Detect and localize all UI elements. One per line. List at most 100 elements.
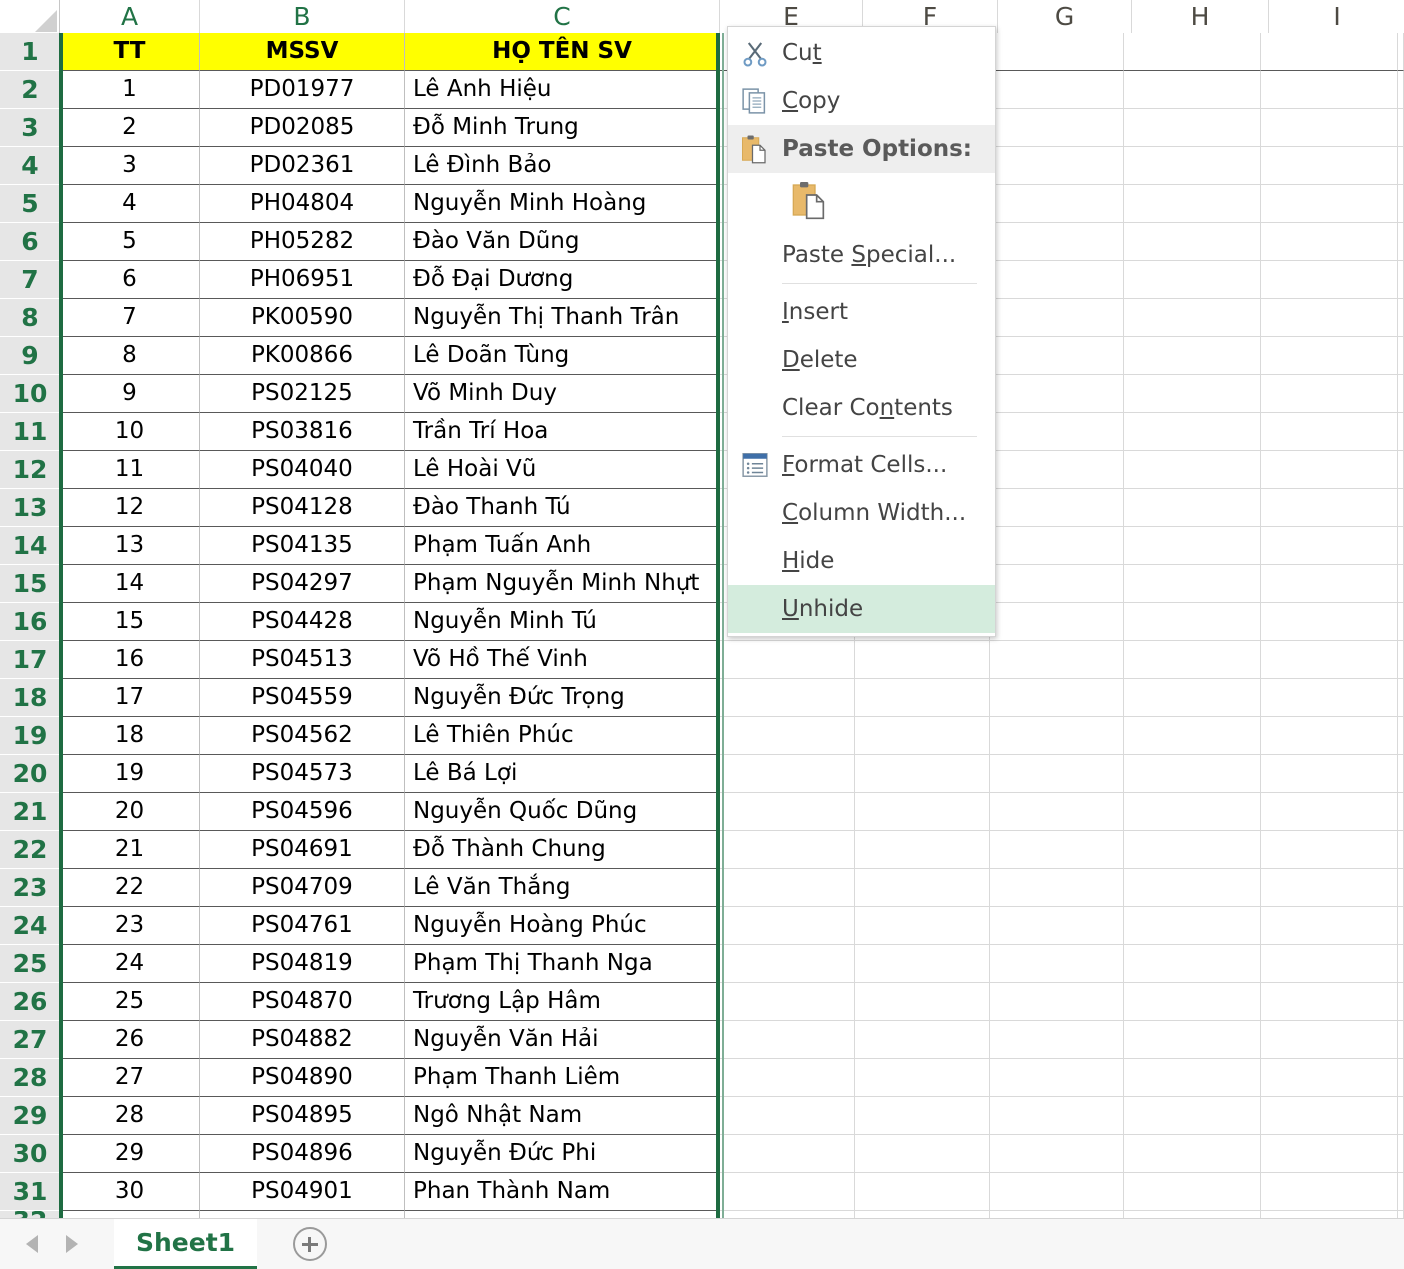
cell-blank[interactable] bbox=[1398, 755, 1404, 793]
cell-a31[interactable]: 30 bbox=[60, 1173, 200, 1211]
cell-c12[interactable]: Lê Hoài Vũ bbox=[405, 451, 720, 489]
cell-blank[interactable] bbox=[720, 831, 855, 869]
column-header-b[interactable]: B bbox=[200, 0, 405, 33]
cell-blank[interactable] bbox=[1261, 375, 1398, 413]
row-header-3[interactable]: 3 bbox=[0, 109, 60, 147]
cell-blank[interactable] bbox=[1398, 1059, 1404, 1097]
cell-blank[interactable] bbox=[720, 945, 855, 983]
row-header-24[interactable]: 24 bbox=[0, 907, 60, 945]
cell-c7[interactable]: Đỗ Đại Dương bbox=[405, 261, 720, 299]
cell-c11[interactable]: Trần Trí Hoa bbox=[405, 413, 720, 451]
cell-blank[interactable] bbox=[1261, 223, 1398, 261]
cell-blank[interactable] bbox=[990, 299, 1124, 337]
cell-blank[interactable] bbox=[990, 1135, 1124, 1173]
cell-b21[interactable]: PS04596 bbox=[200, 793, 405, 831]
row-header-6[interactable]: 6 bbox=[0, 223, 60, 261]
cell-c13[interactable]: Đào Thanh Tú bbox=[405, 489, 720, 527]
column-header-i[interactable]: I bbox=[1269, 0, 1404, 33]
cell-blank[interactable] bbox=[1398, 869, 1404, 907]
cell-c19[interactable]: Lê Thiên Phúc bbox=[405, 717, 720, 755]
cell-blank[interactable] bbox=[1398, 1135, 1404, 1173]
column-header-row[interactable]: A B C E F G H I bbox=[0, 0, 1404, 33]
cell-blank[interactable] bbox=[990, 337, 1124, 375]
cell-c30[interactable]: Nguyễn Đức Phi bbox=[405, 1135, 720, 1173]
row-header-11[interactable]: 11 bbox=[0, 413, 60, 451]
cell-blank[interactable] bbox=[1124, 603, 1261, 641]
row-header-15[interactable]: 15 bbox=[0, 565, 60, 603]
select-all-corner[interactable] bbox=[0, 0, 60, 33]
cell-blank[interactable] bbox=[1398, 565, 1404, 603]
cell-a30[interactable]: 29 bbox=[60, 1135, 200, 1173]
cell-blank[interactable] bbox=[1261, 33, 1398, 71]
cell-blank[interactable] bbox=[1124, 337, 1261, 375]
cell-c22[interactable]: Đỗ Thành Chung bbox=[405, 831, 720, 869]
cell-blank[interactable] bbox=[1398, 109, 1404, 147]
cell-blank[interactable] bbox=[990, 679, 1124, 717]
column-header-c[interactable]: C bbox=[405, 0, 720, 33]
cell-blank[interactable] bbox=[1398, 1173, 1404, 1211]
next-sheet-icon[interactable] bbox=[66, 1235, 78, 1253]
cell-blank[interactable] bbox=[1398, 185, 1404, 223]
cell-blank[interactable] bbox=[1124, 641, 1261, 679]
menu-item-cut[interactable]: Cut bbox=[728, 29, 995, 77]
cell-blank[interactable] bbox=[855, 831, 990, 869]
menu-item-delete[interactable]: Delete bbox=[728, 336, 995, 384]
cell-blank[interactable] bbox=[990, 147, 1124, 185]
cell-blank[interactable] bbox=[1124, 223, 1261, 261]
cell-a20[interactable]: 19 bbox=[60, 755, 200, 793]
cell-blank[interactable] bbox=[1398, 679, 1404, 717]
cell-blank[interactable] bbox=[1261, 945, 1398, 983]
cell-blank[interactable] bbox=[1261, 1021, 1398, 1059]
cell-blank[interactable] bbox=[1398, 337, 1404, 375]
previous-sheet-icon[interactable] bbox=[26, 1235, 38, 1253]
cell-blank[interactable] bbox=[855, 1059, 990, 1097]
cell-blank[interactable] bbox=[990, 451, 1124, 489]
cell-blank[interactable] bbox=[1261, 527, 1398, 565]
cell-b13[interactable]: PS04128 bbox=[200, 489, 405, 527]
cell-blank[interactable] bbox=[855, 907, 990, 945]
cell-blank[interactable] bbox=[720, 1021, 855, 1059]
cell-blank[interactable] bbox=[1261, 413, 1398, 451]
cell-b25[interactable]: PS04819 bbox=[200, 945, 405, 983]
menu-item-insert[interactable]: Insert bbox=[728, 288, 995, 336]
cell-blank[interactable] bbox=[1398, 223, 1404, 261]
cell-blank[interactable] bbox=[720, 641, 855, 679]
cell-blank[interactable] bbox=[1124, 793, 1261, 831]
cell-blank[interactable] bbox=[990, 603, 1124, 641]
cell-blank[interactable] bbox=[990, 869, 1124, 907]
cell-a27[interactable]: 26 bbox=[60, 1021, 200, 1059]
cell-blank[interactable] bbox=[1398, 413, 1404, 451]
cell-c25[interactable]: Phạm Thị Thanh Nga bbox=[405, 945, 720, 983]
cell-blank[interactable] bbox=[990, 641, 1124, 679]
cell-blank[interactable] bbox=[990, 413, 1124, 451]
cell-blank[interactable] bbox=[1261, 71, 1398, 109]
cell-b30[interactable]: PS04896 bbox=[200, 1135, 405, 1173]
cell-b5[interactable]: PH04804 bbox=[200, 185, 405, 223]
cell-b16[interactable]: PS04428 bbox=[200, 603, 405, 641]
row-header-29[interactable]: 29 bbox=[0, 1097, 60, 1135]
cell-b11[interactable]: PS03816 bbox=[200, 413, 405, 451]
cell-blank[interactable] bbox=[990, 717, 1124, 755]
cell-blank[interactable] bbox=[1398, 831, 1404, 869]
cell-b31[interactable]: PS04901 bbox=[200, 1173, 405, 1211]
cell-c21[interactable]: Nguyễn Quốc Dũng bbox=[405, 793, 720, 831]
row-header-13[interactable]: 13 bbox=[0, 489, 60, 527]
cell-blank[interactable] bbox=[855, 1173, 990, 1211]
cell-c27[interactable]: Nguyễn Văn Hải bbox=[405, 1021, 720, 1059]
cell-b12[interactable]: PS04040 bbox=[200, 451, 405, 489]
cell-c18[interactable]: Nguyễn Đức Trọng bbox=[405, 679, 720, 717]
cell-a24[interactable]: 23 bbox=[60, 907, 200, 945]
cell-b2[interactable]: PD01977 bbox=[200, 71, 405, 109]
cell-blank[interactable] bbox=[1398, 299, 1404, 337]
cell-b3[interactable]: PD02085 bbox=[200, 109, 405, 147]
row-header-7[interactable]: 7 bbox=[0, 261, 60, 299]
cell-blank[interactable] bbox=[855, 869, 990, 907]
cell-blank[interactable] bbox=[1261, 793, 1398, 831]
cell-b20[interactable]: PS04573 bbox=[200, 755, 405, 793]
cell-blank[interactable] bbox=[990, 907, 1124, 945]
cell-a8[interactable]: 7 bbox=[60, 299, 200, 337]
menu-item-unhide[interactable]: Unhide bbox=[728, 585, 995, 633]
cell-blank[interactable] bbox=[1261, 641, 1398, 679]
column-header-h[interactable]: H bbox=[1132, 0, 1269, 33]
cell-b15[interactable]: PS04297 bbox=[200, 565, 405, 603]
